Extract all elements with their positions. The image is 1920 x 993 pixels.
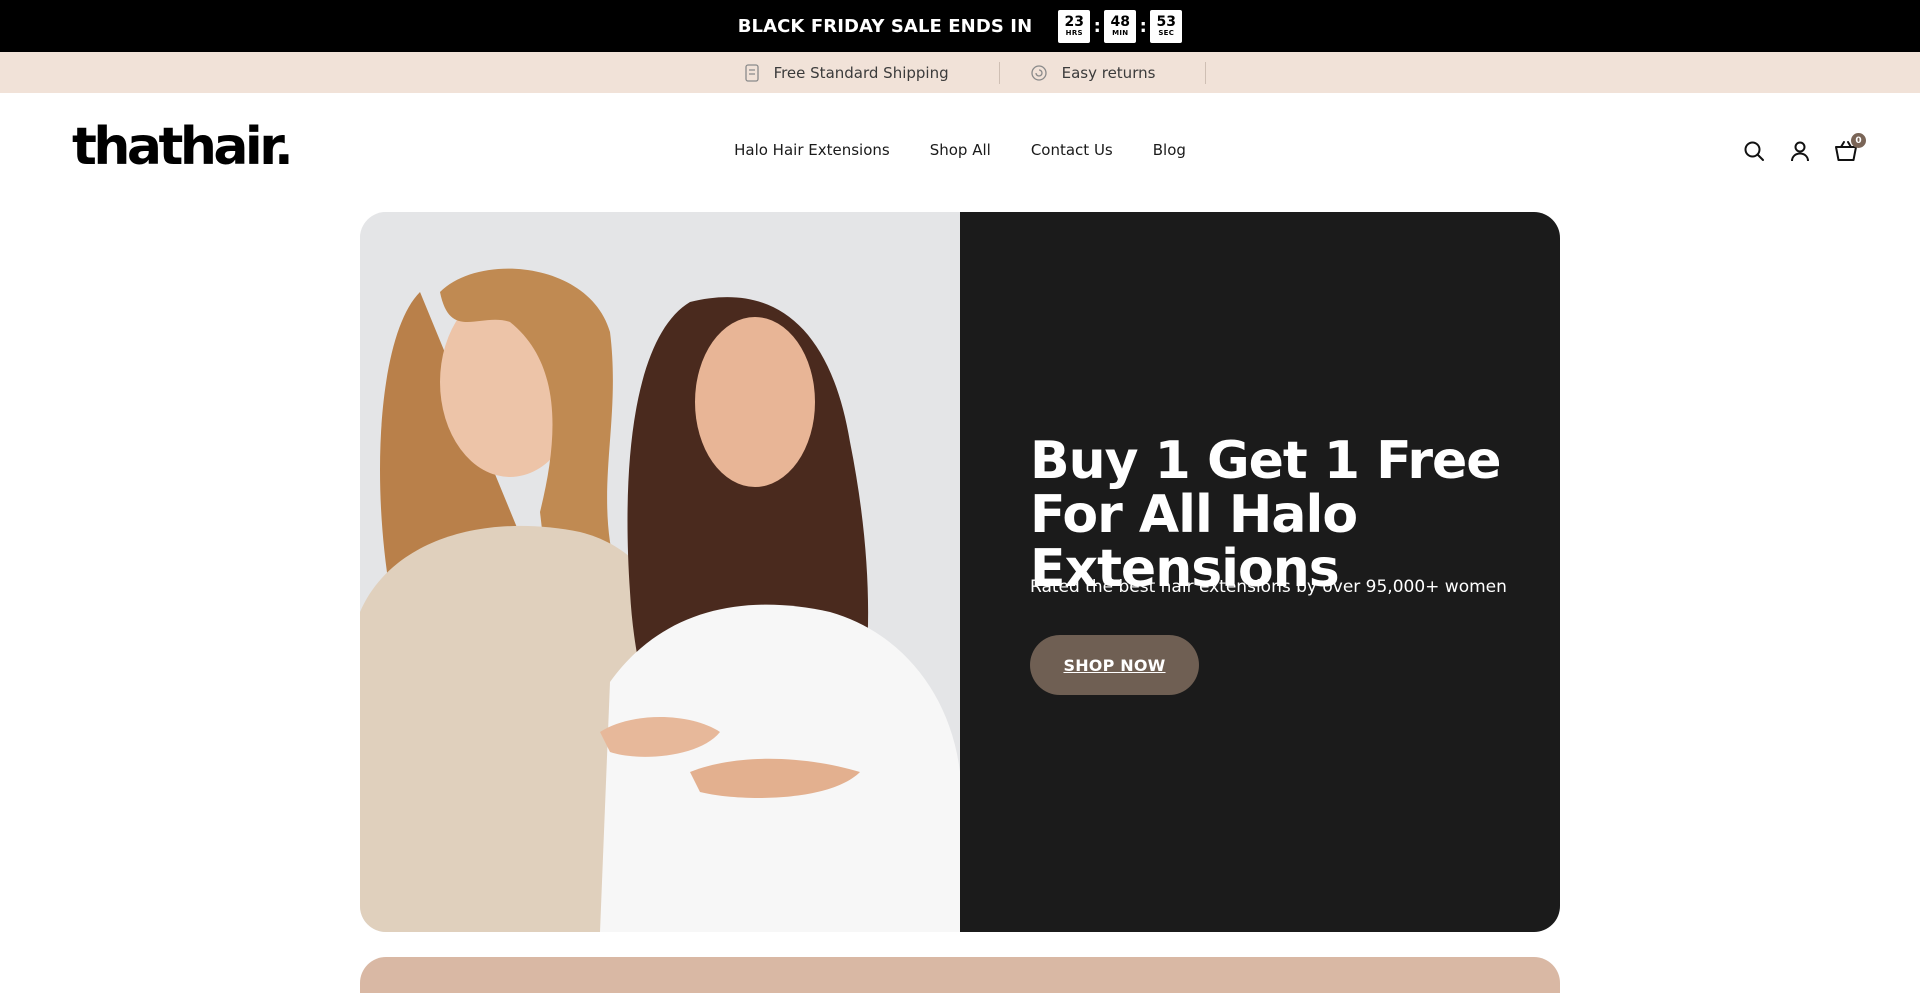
cart-button[interactable]: 0	[1834, 133, 1866, 163]
nav-link-contact-us[interactable]: Contact Us	[1031, 141, 1113, 159]
countdown-hours-value: 23	[1064, 14, 1085, 30]
countdown-seconds-label: SEC	[1158, 29, 1175, 37]
usp-label-returns: Easy returns	[1061, 63, 1156, 82]
hero-image	[360, 212, 960, 932]
countdown-hours-label: HRS	[1065, 29, 1083, 37]
usp-label-shipping: Free Standard Shipping	[773, 63, 949, 82]
announcement-bar: BLACK FRIDAY SALE ENDS IN 23 HRS : 48 MI…	[0, 0, 1920, 52]
search-button[interactable]	[1742, 139, 1766, 163]
hero-title: Buy 1 Get 1 Free For All Halo Extensions	[1030, 431, 1502, 599]
hero-banner: Buy 1 Get 1 Free For All Halo Extensions…	[360, 212, 1560, 932]
search-icon	[1744, 141, 1764, 161]
countdown-hours: 23 HRS	[1058, 9, 1091, 43]
countdown-separator: :	[1139, 15, 1147, 37]
shipping-box-icon	[744, 63, 759, 82]
shop-now-button[interactable]: SHOP NOW	[1030, 635, 1199, 695]
usp-item-returns: Easy returns	[1000, 61, 1207, 84]
countdown-seconds-value: 53	[1156, 14, 1177, 30]
site-header: thathair. Halo Hair Extensions Shop All …	[0, 93, 1920, 213]
returns-icon	[1030, 64, 1047, 81]
countdown-minutes: 48 MIN	[1104, 9, 1137, 43]
sale-countdown-title: BLACK FRIDAY SALE ENDS IN	[737, 15, 1033, 37]
nav-link-shop-all[interactable]: Shop All	[930, 141, 991, 159]
countdown-minutes-label: MIN	[1112, 29, 1129, 37]
hero-subtitle: Rated the best hair extensions by over 9…	[1030, 577, 1507, 597]
countdown-seconds: 53 SEC	[1150, 9, 1183, 43]
main-nav: Halo Hair Extensions Shop All Contact Us…	[0, 141, 1920, 159]
countdown-minutes-value: 48	[1110, 14, 1131, 30]
cart-count-badge: 0	[1851, 133, 1866, 148]
account-icon	[1791, 141, 1809, 162]
hero-content: Buy 1 Get 1 Free For All Halo Extensions…	[960, 212, 1560, 932]
header-icons: 0	[1742, 133, 1866, 163]
nav-link-halo-hair-extensions[interactable]: Halo Hair Extensions	[734, 141, 890, 159]
next-section-banner	[360, 957, 1560, 993]
nav-link-blog[interactable]: Blog	[1153, 141, 1186, 159]
usp-bar: Free Standard Shipping Easy returns	[0, 52, 1920, 93]
account-button[interactable]	[1788, 139, 1812, 163]
usp-item-shipping: Free Standard Shipping	[714, 61, 1000, 84]
countdown-separator: :	[1093, 15, 1101, 37]
countdown-timer: 23 HRS : 48 MIN : 53 SEC	[1058, 9, 1183, 43]
